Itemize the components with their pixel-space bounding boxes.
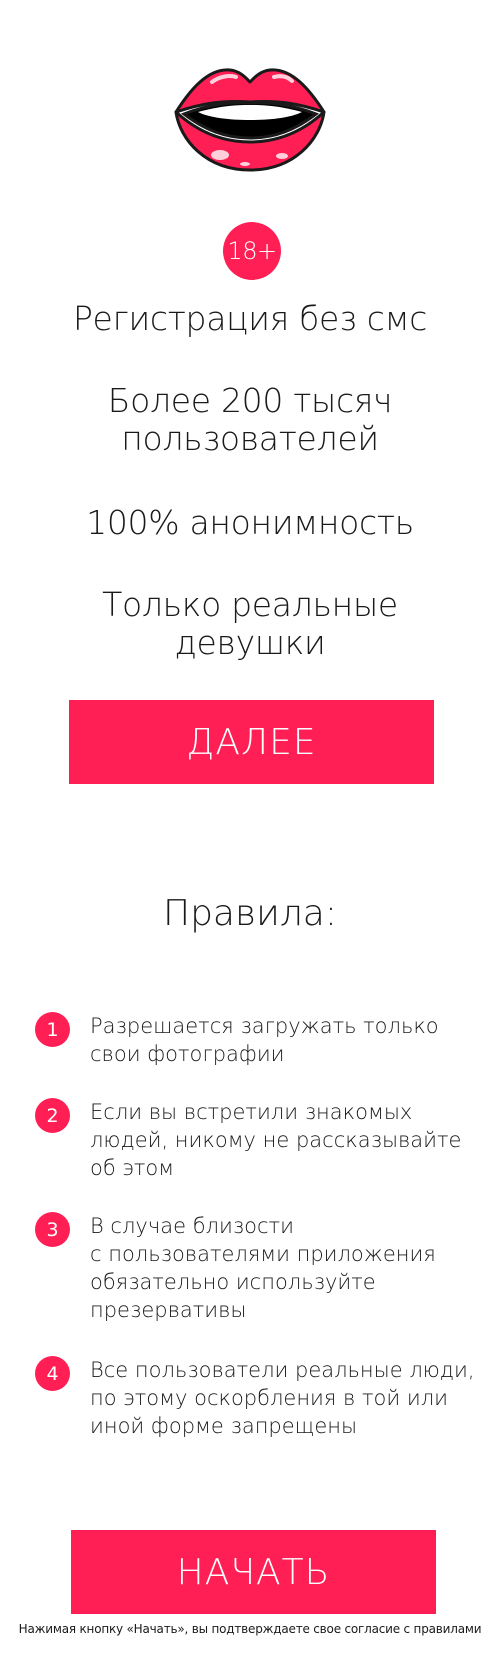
age-restriction-badge: 18+	[223, 222, 281, 280]
rule-number-badge: 1	[35, 1012, 70, 1047]
rule-text: В случае близости с пользователями прило…	[90, 1214, 436, 1322]
start-button[interactable]: НАЧАТЬ	[71, 1530, 436, 1614]
lips-icon	[174, 68, 326, 172]
rule-number-badge: 4	[35, 1356, 70, 1391]
rule-text: Если вы встретили знакомых людей, никому…	[90, 1100, 462, 1180]
feature-registration: Регистрация без смс	[72, 299, 428, 338]
rule-text: Все пользователи реальные люди, по этому…	[90, 1358, 475, 1438]
feature-real-girls: Только реальные девушки	[102, 585, 398, 662]
rule-number-badge: 3	[35, 1212, 70, 1247]
feature-users-count: Более 200 тысяч пользователей	[107, 381, 393, 458]
rules-title: Правила:	[163, 893, 337, 934]
rule-text: Разрешается загружать только свои фотогр…	[90, 1014, 439, 1066]
next-button[interactable]: ДАЛЕЕ	[69, 700, 434, 784]
rule-number-badge: 2	[35, 1098, 70, 1133]
feature-anonymity: 100% анонимность	[86, 503, 414, 542]
consent-text: Нажимая кнопку «Начать», вы подтверждает…	[18, 1622, 482, 1636]
